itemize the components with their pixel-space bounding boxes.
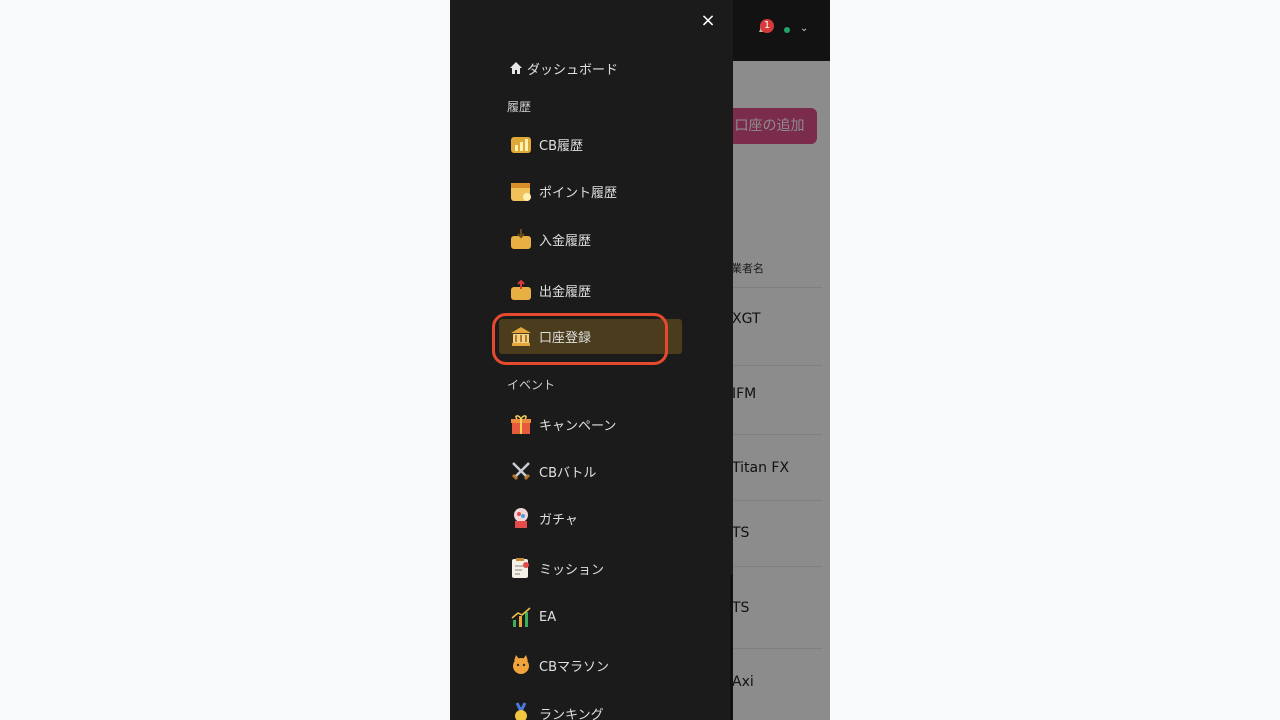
sidebar-item-dashboard[interactable]: ダッシュボード [509, 56, 618, 80]
sidebar-item-label: ガチャ [539, 512, 578, 528]
inbox-in-icon [509, 227, 533, 251]
sidebar-item-label: ポイント履歴 [539, 185, 618, 201]
sidebar-item-points-history[interactable]: ポイント履歴 [509, 179, 617, 203]
sidebar-item-ranking[interactable]: ランキング [509, 701, 604, 720]
sidebar-item-label: CB履歴 [539, 138, 583, 154]
sidebar-item-cb-marathon[interactable]: CBマラソン [509, 653, 609, 677]
sidebar-item-cb-battle[interactable]: CBバトル [509, 459, 596, 483]
sidebar-item-label: キャンペーン [539, 418, 617, 434]
medal-icon [509, 701, 533, 720]
inbox-out-icon [509, 278, 533, 302]
drawer-scrollbar[interactable] [730, 575, 733, 720]
close-icon[interactable]: × [698, 11, 718, 31]
sidebar-item-cb-history[interactable]: CB履歴 [509, 132, 583, 156]
notification-badge: 1 [760, 19, 774, 33]
chevron-down-icon[interactable]: ⌄ [800, 23, 812, 35]
calendar-icon [509, 179, 533, 203]
sidebar-item-withdraw-history[interactable]: 出金履歴 [509, 278, 591, 302]
online-status-dot [784, 27, 790, 33]
sidebar-item-label: 入金履歴 [539, 233, 592, 249]
side-drawer: × ダッシュボード 履歴 CB履歴 ポイント履歴 入金履歴 出金履歴 口座登録 … [450, 0, 733, 720]
home-icon [509, 56, 523, 80]
gift-icon [509, 412, 533, 436]
bar-chart-icon [509, 132, 533, 156]
event-section-title: イベント [507, 378, 556, 392]
sidebar-item-label: ランキング [539, 707, 604, 720]
sidebar-item-label: 出金履歴 [539, 284, 592, 300]
mobile-viewport: 1 ⌄ 口座の追加 業者名 XGT IFM Titan FX TS TS Axi… [450, 0, 830, 720]
gumball-machine-icon [509, 506, 533, 530]
sidebar-item-campaign[interactable]: キャンペーン [509, 412, 616, 436]
sidebar-item-deposit-history[interactable]: 入金履歴 [509, 227, 591, 251]
sidebar-item-label: ミッション [539, 562, 605, 578]
highlight-outline [492, 313, 668, 365]
sidebar-item-label: ダッシュボード [527, 62, 619, 78]
sidebar-item-gacha[interactable]: ガチャ [509, 506, 578, 530]
sidebar-item-label: CBバトル [539, 465, 597, 481]
chart-up-icon [509, 605, 533, 629]
checklist-icon [509, 556, 533, 580]
cat-icon [509, 653, 533, 677]
sidebar-item-label: CBマラソン [539, 659, 609, 675]
sidebar-item-mission[interactable]: ミッション [509, 556, 604, 580]
crossed-swords-icon [509, 459, 533, 483]
history-section-title: 履歴 [507, 100, 532, 114]
sidebar-item-label: EA [539, 609, 557, 625]
sidebar-item-ea[interactable]: EA [509, 605, 556, 629]
